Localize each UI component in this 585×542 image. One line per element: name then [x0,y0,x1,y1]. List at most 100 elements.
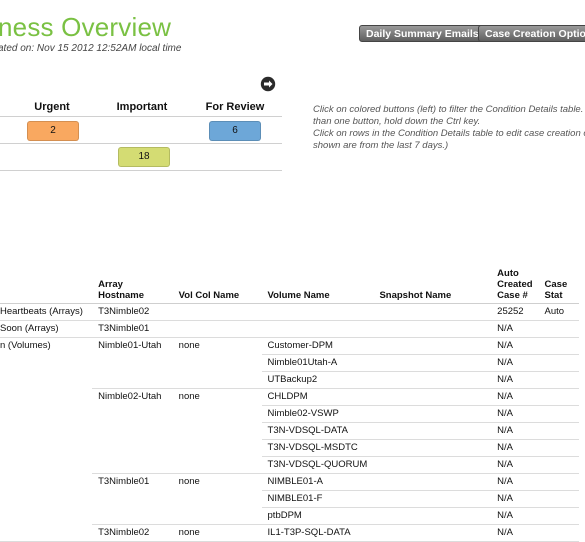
snapshot-cell [373,337,492,355]
volume-cell: ptbDPM [261,507,374,525]
case-number-cell: N/A [491,456,539,474]
case-number-cell: N/A [491,354,539,372]
case-number-cell: N/A [491,405,539,423]
refresh-arrow-icon[interactable] [260,76,276,92]
table-header-row: Array Hostname Vol Col Name Volume Name … [0,268,579,304]
condition-cell: n (Volumes) [0,340,51,351]
volcol-cell [173,440,262,457]
snapshot-cell [373,354,492,372]
hostname-cell [92,491,173,508]
volcol-cell [173,406,262,423]
table-row[interactable]: UTBackup2 N/A [0,371,579,389]
help-line: shown are from the last 7 days.) [313,140,449,151]
hostname-cell: T3Nimble02 [92,303,173,321]
table-row[interactable]: T3Nimble01 none NIMBLE01-A N/A [0,473,579,491]
table-row[interactable]: Soon (Arrays) T3Nimble01 N/A [0,320,579,338]
snapshot-cell [373,422,492,440]
volcol-cell: none [178,476,200,487]
volume-cell: CHLDPM [261,388,374,406]
hostname-cell: T3Nimble01 [98,476,150,487]
snapshot-cell [373,388,492,406]
snapshot-cell [373,490,492,508]
severity-divider [0,143,282,144]
volume-cell: Customer-DPM [261,337,374,355]
hostname-cell [92,507,173,525]
daily-summary-emails-button[interactable]: Daily Summary Emails... [359,25,495,42]
table-row[interactable]: Nimble01Utah-A N/A [0,354,579,372]
status-cell [538,354,579,372]
case-creation-options-button[interactable]: Case Creation Options... [478,25,585,42]
volume-cell: T3N-VDSQL-QUORUM [261,456,374,474]
table-row[interactable]: T3N-VDSQL-MSDTC N/A [0,439,579,457]
table-row[interactable]: ptbDPM N/A [0,507,579,525]
table-row[interactable]: Heartbeats (Arrays) T3Nimble02 25252 Auto [0,303,579,321]
case-number-cell: N/A [491,422,539,440]
for-review-header: For Review [205,101,265,113]
case-number-cell: N/A [491,371,539,389]
help-text: Click on colored buttons (left) to filte… [313,104,585,152]
header-line: Case [544,279,568,290]
table-row[interactable]: Nimble02-Utah none CHLDPM N/A [0,388,579,406]
snapshot-cell [373,524,492,542]
condition-cell [0,355,92,372]
condition-column-header [0,268,93,304]
volume-cell: IL1-T3P-SQL-DATA [261,524,374,542]
table-row[interactable]: n (Volumes) Nimble01-Utah none Customer-DPM… [0,337,579,355]
status-cell: Auto [538,303,579,321]
condition-cell: Soon (Arrays) [0,320,93,338]
table-row[interactable]: NIMBLE01-F N/A [0,490,579,508]
status-cell [538,473,579,491]
auto-created-case-column-header: Auto Created Case # [491,268,539,304]
severity-divider [0,170,282,171]
case-number-cell: N/A [491,388,539,406]
urgent-filter-button[interactable]: 2 [27,121,79,141]
page-title: ness Overview [0,12,172,42]
volcol-cell [172,303,262,321]
table-row[interactable]: T3N-VDSQL-QUORUM N/A [0,456,579,474]
status-cell [538,456,579,474]
severity-divider [0,116,282,117]
case-number-cell: N/A [491,473,539,491]
vol-col-name-column-header: Vol Col Name [172,268,262,304]
hostname-cell [92,355,173,372]
snapshot-cell [373,371,492,389]
hostname-cell [92,456,173,474]
volcol-cell: none [178,391,200,402]
condition-cell [0,389,92,406]
condition-details-table: Array Hostname Vol Col Name Volume Name … [0,268,579,542]
table-row[interactable]: T3N-VDSQL-DATA N/A [0,422,579,440]
hostname-cell [92,406,173,423]
volcol-cell: none [172,524,262,542]
status-cell [538,388,579,406]
case-status-column-header: Case Stat [538,268,579,304]
header-line: Created [497,279,533,290]
table-row[interactable]: T3Nimble02 none IL1-T3P-SQL-DATA N/A [0,524,579,542]
snapshot-cell [373,405,492,423]
status-cell [538,371,579,389]
hostname-cell [92,423,173,440]
volcol-cell [173,423,262,440]
important-header: Important [116,101,168,113]
case-number-cell: N/A [491,524,539,542]
case-number-cell: N/A [491,439,539,457]
status-cell [538,439,579,457]
volcol-cell [172,371,262,389]
condition-cell [0,508,92,525]
table-row[interactable]: Nimble02-VSWP N/A [0,405,579,423]
snapshot-cell [373,303,492,321]
condition-cell [0,406,92,423]
for-review-filter-button[interactable]: 6 [209,121,261,141]
volcol-cell [173,491,262,508]
last-updated-text: ated on: Nov 15 2012 12:52AM local time [0,43,182,54]
case-number-cell: N/A [491,507,539,525]
header-line: Case # [497,290,528,301]
snapshot-cell [373,507,492,525]
status-cell [538,490,579,508]
volume-cell [261,303,374,321]
snapshot-cell [373,320,492,338]
condition-cell [0,524,93,542]
snapshot-cell [373,439,492,457]
volume-cell: Nimble01Utah-A [261,354,374,372]
important-filter-button[interactable]: 18 [118,147,170,167]
hostname-cell: T3Nimble01 [92,320,173,338]
